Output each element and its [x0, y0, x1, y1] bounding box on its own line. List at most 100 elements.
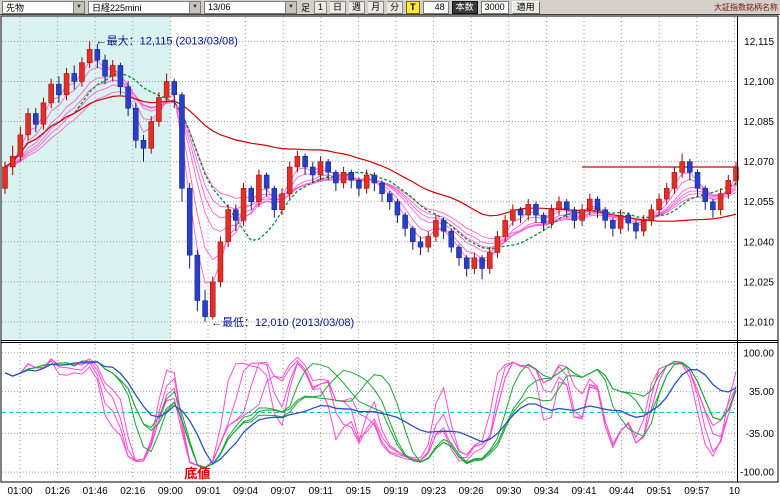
- count-input[interactable]: 3000: [481, 1, 509, 14]
- candle: [364, 175, 369, 188]
- candle: [672, 172, 677, 188]
- candle: [349, 172, 354, 180]
- candle: [456, 247, 461, 258]
- candle: [449, 231, 454, 247]
- candle: [356, 180, 361, 188]
- price-axis-label: 12,070: [743, 157, 774, 168]
- candle: [510, 210, 515, 221]
- candle: [210, 282, 215, 317]
- time-axis-label: 01:26: [45, 486, 70, 497]
- price-axis-label: 12,100: [743, 77, 774, 88]
- corner-label: 大証指数銘柄名称: [714, 2, 778, 13]
- chevron-down-icon: ▼: [285, 2, 296, 13]
- candle: [595, 199, 600, 210]
- price-axis-label: 12,025: [743, 277, 774, 288]
- candle: [657, 199, 662, 210]
- candle: [695, 172, 700, 188]
- price-axis-label: 12,115: [744, 37, 774, 48]
- bar-type-button-minute[interactable]: 分: [387, 1, 403, 14]
- candle: [56, 84, 61, 95]
- candle: [372, 175, 377, 183]
- candle: [249, 188, 254, 201]
- candle: [49, 84, 54, 103]
- candle: [626, 215, 631, 223]
- candle: [603, 210, 608, 221]
- candle: [464, 258, 469, 269]
- time-axis-label: 09:23: [421, 486, 446, 497]
- time-axis-label: 09:00: [158, 486, 183, 497]
- time-axis-label: 09:51: [647, 486, 672, 497]
- time-axis-label: 10: [729, 486, 741, 497]
- interval-input[interactable]: 48: [423, 1, 449, 14]
- time-axis-label: 09:07: [271, 486, 296, 497]
- bar-type-button-week[interactable]: 週: [349, 1, 365, 14]
- candle: [564, 202, 569, 210]
- candle: [233, 210, 238, 221]
- candle: [680, 162, 685, 173]
- category-select[interactable]: 先物 ▼: [2, 1, 85, 14]
- candle: [333, 172, 338, 183]
- candle: [418, 242, 423, 247]
- candle: [79, 63, 84, 82]
- candle: [310, 167, 315, 175]
- candle: [480, 258, 485, 269]
- candle: [187, 188, 192, 255]
- candle: [203, 301, 208, 317]
- time-axis-label: 09:11: [309, 486, 334, 497]
- time-axis-label: 09:26: [459, 486, 484, 497]
- candle: [103, 60, 108, 76]
- contract-select-value: 13/06: [208, 2, 231, 12]
- candle: [426, 236, 431, 247]
- instrument-select-value: 日経225mini: [92, 1, 142, 14]
- candle: [703, 188, 708, 201]
- bottom-value-annotation: 底値: [184, 466, 210, 481]
- time-axis-label: 09:01: [195, 486, 220, 497]
- time-axis-label: 09:19: [383, 486, 408, 497]
- candle: [572, 210, 577, 221]
- candle: [557, 202, 562, 210]
- candle: [110, 65, 115, 76]
- chevron-down-icon: ▼: [73, 2, 84, 13]
- candle: [726, 180, 731, 193]
- price-axis-label: 12,085: [743, 117, 774, 128]
- instrument-select[interactable]: 日経225mini ▼: [88, 1, 201, 14]
- tick-button[interactable]: T: [406, 1, 420, 14]
- time-axis-label: 02:16: [120, 486, 145, 497]
- candle: [526, 204, 531, 215]
- time-axis-label: 09:30: [496, 486, 521, 497]
- candle: [580, 210, 585, 221]
- candle: [410, 228, 415, 241]
- candle: [387, 194, 392, 202]
- candle: [533, 204, 538, 215]
- time-axis-label: 09:57: [684, 486, 709, 497]
- bar-type-button-month[interactable]: 月: [368, 1, 384, 14]
- candle: [687, 162, 692, 173]
- time-axis-label: 01:00: [7, 486, 32, 497]
- candle: [272, 188, 277, 209]
- candle: [179, 95, 184, 189]
- price-axis-label: 12,055: [743, 197, 774, 208]
- time-axis-label: 09:41: [571, 486, 596, 497]
- candle: [218, 242, 223, 282]
- candle: [633, 223, 638, 231]
- oscillator-axis-label: 100.00: [743, 348, 774, 359]
- candle: [264, 175, 269, 188]
- apply-button[interactable]: 適用: [512, 1, 540, 14]
- candle: [164, 81, 169, 97]
- contract-select[interactable]: 13/06 ▼: [204, 1, 297, 14]
- candle: [41, 103, 46, 124]
- time-axis-label: 09:15: [346, 486, 371, 497]
- candle: [395, 202, 400, 215]
- candle: [495, 236, 500, 252]
- candle: [549, 210, 554, 223]
- candle: [3, 167, 8, 188]
- chart-window: 12,11512,10012,08512,07012,05512,04012,0…: [0, 0, 780, 500]
- bar-type-button-1[interactable]: 1: [314, 1, 327, 14]
- candle: [256, 175, 261, 202]
- candle: [380, 183, 385, 194]
- candle: [87, 49, 92, 62]
- bar-type-button-day[interactable]: 日: [330, 1, 346, 14]
- candle: [664, 188, 669, 199]
- candle: [149, 122, 154, 149]
- candle: [10, 156, 15, 167]
